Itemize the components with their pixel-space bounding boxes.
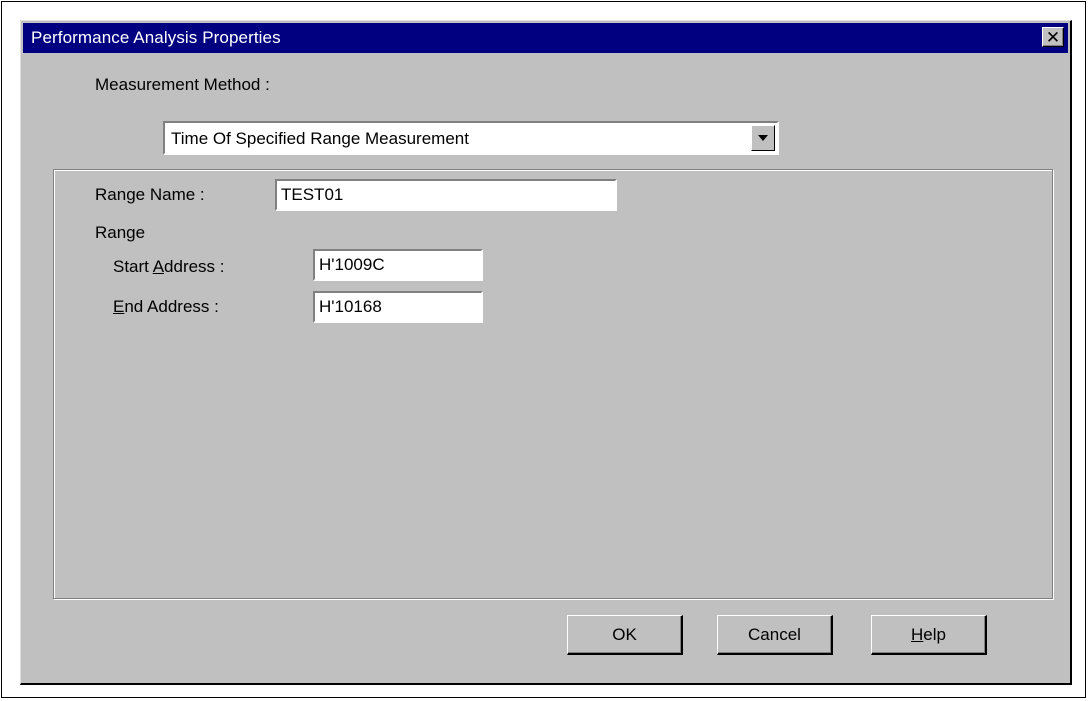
end-address-label-part: nd Address :: [124, 297, 219, 316]
help-button[interactable]: Help: [871, 615, 987, 655]
range-name-input[interactable]: TEST01: [275, 179, 617, 211]
range-name-label: Range Name :: [95, 185, 205, 205]
help-button-label: Help: [911, 625, 946, 645]
help-label-part: elp: [923, 624, 946, 644]
end-address-access-key: E: [113, 297, 125, 316]
ok-button[interactable]: OK: [567, 615, 683, 655]
start-address-input[interactable]: H'1009C: [313, 249, 483, 281]
window-title: Performance Analysis Properties: [31, 28, 281, 47]
measurement-method-value: Time Of Specified Range Measurement: [171, 129, 469, 148]
start-address-label-part: ddress :: [164, 257, 225, 276]
cancel-button[interactable]: Cancel: [717, 615, 833, 655]
end-address-label: End Address :: [113, 297, 219, 317]
range-heading: Range: [95, 223, 146, 242]
cancel-button-label: Cancel: [748, 624, 801, 644]
range-name-label-part: Ran: [95, 185, 127, 204]
measurement-method-label: Measurement Method :: [95, 75, 270, 94]
measurement-method-select[interactable]: Time Of Specified Range Measurement: [163, 121, 779, 155]
start-address-label: Start Address :: [113, 257, 225, 277]
end-address-input[interactable]: H'10168: [313, 291, 483, 323]
range-group-box: [53, 169, 1053, 599]
range-name-label-part: e Name :: [135, 185, 205, 204]
close-button[interactable]: ✕: [1042, 27, 1064, 47]
performance-analysis-dialog: Performance Analysis Properties ✕ Measur…: [20, 20, 1072, 685]
start-address-access-key: A: [152, 257, 165, 276]
title-bar[interactable]: Performance Analysis Properties ✕: [23, 23, 1068, 53]
dropdown-button[interactable]: [751, 125, 775, 151]
close-icon: ✕: [1045, 27, 1061, 47]
range-name-access-key: g: [126, 185, 136, 204]
ok-button-label: OK: [612, 624, 637, 644]
help-access-key: H: [911, 624, 924, 644]
chevron-down-icon: [758, 135, 768, 141]
start-address-label-part: Start: [113, 257, 153, 276]
